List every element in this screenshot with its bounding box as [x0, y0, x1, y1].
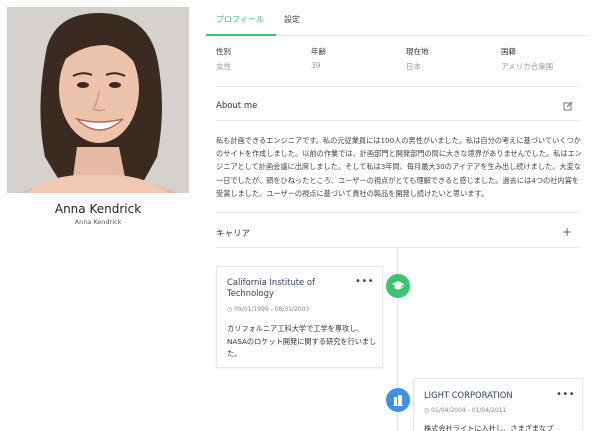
info-value: 日本: [406, 62, 421, 71]
info-gender: 性別 女性: [216, 46, 231, 72]
active-tab-indicator: [206, 34, 276, 36]
career-card-body: カリフォルニア工科大学で工学を専攻し、NASAのロケット開発に関する研究を行いま…: [227, 324, 377, 358]
career-card-caltech: California Institute of Technology ••• ◷…: [216, 266, 383, 368]
career-card-title: California Institute of Technology: [227, 277, 315, 298]
career-card-date: ◷ 01/04/2004 - 01/04/2011: [424, 407, 507, 414]
info-location: 現在地 日本: [406, 46, 429, 72]
info-label: 現在地: [406, 47, 429, 56]
more-options-icon[interactable]: •••: [556, 390, 575, 400]
more-options-icon[interactable]: •••: [355, 277, 374, 287]
career-card-light-corp: LIGHT CORPORATION ••• ◷ 01/04/2004 - 01/…: [413, 378, 583, 431]
divider: [216, 86, 580, 87]
info-value: 39: [311, 61, 321, 70]
career-card-date: ◷ 09/01/1999 - 08/31/2003: [227, 306, 310, 313]
tab-profile[interactable]: プロフィール: [216, 14, 264, 25]
career-title: キャリア: [216, 229, 251, 239]
info-label: 性別: [216, 47, 231, 56]
about-text: 私も計画できるエンジニアです。私の元従業員には100人の男性がいました。私は自分…: [216, 136, 582, 198]
info-nationality: 国籍 アメリカ合衆国: [501, 46, 553, 72]
career-card-title: LIGHT CORPORATION: [424, 390, 513, 400]
tab-bar: プロフィール 設定: [206, 0, 590, 36]
career-card-date-text: 01/04/2004 - 01/04/2011: [431, 407, 507, 414]
building-icon: [386, 388, 410, 412]
add-career-icon[interactable]: +: [562, 226, 572, 238]
info-label: 国籍: [501, 47, 516, 56]
career-card-body: 株式会社ライトに入社し、さまざまなプ: [424, 424, 554, 431]
about-title: About me: [216, 101, 258, 111]
divider: [216, 212, 580, 213]
info-age: 年齢 39: [311, 46, 326, 70]
info-label: 年齢: [311, 47, 326, 56]
edit-icon[interactable]: [563, 101, 573, 111]
info-value: 女性: [216, 62, 231, 71]
profile-subname: Anna Kendrick: [74, 218, 122, 226]
tab-settings[interactable]: 設定: [284, 14, 300, 25]
divider: [216, 247, 580, 248]
profile-photo: [7, 7, 189, 193]
graduation-cap-icon: [386, 274, 410, 298]
divider: [216, 120, 580, 121]
profile-name: Anna Kendrick: [54, 202, 142, 216]
info-value: アメリカ合衆国: [501, 62, 554, 71]
career-card-date-text: 09/01/1999 - 08/31/2003: [234, 306, 310, 313]
